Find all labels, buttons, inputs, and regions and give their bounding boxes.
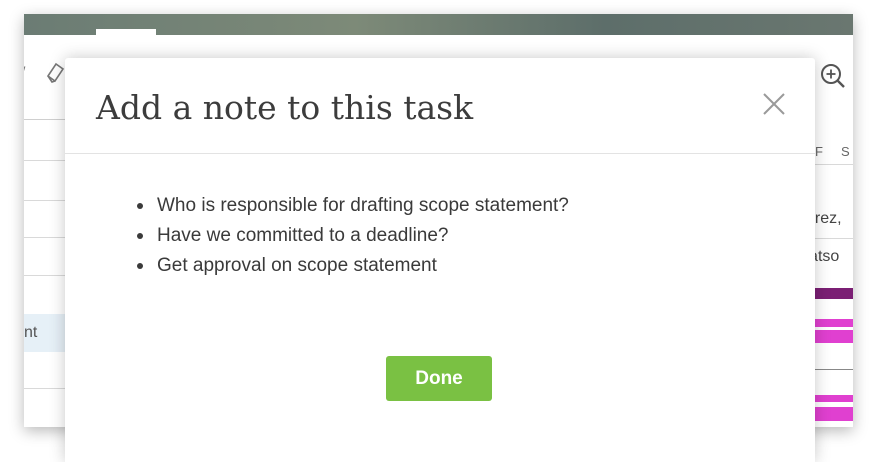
dialog-divider [65,153,815,154]
pencil-icon[interactable]: / [24,64,25,89]
note-text: Who is responsible for drafting scope st… [157,195,569,216]
gantt-bar[interactable] [814,319,853,327]
note-text: Get approval on scope statement [157,255,437,276]
bullet-icon [137,233,143,239]
grid-divider [24,388,66,389]
grid-divider [24,160,66,161]
dialog-title: Add a note to this task [96,88,474,127]
grid-divider [24,200,66,201]
grid-divider [814,164,853,165]
gantt-bar[interactable] [814,330,853,343]
grid-divider [814,369,853,370]
close-icon[interactable] [758,88,790,120]
gantt-bar[interactable] [814,407,853,421]
zoom-in-icon[interactable] [819,62,847,96]
add-note-dialog: Add a note to this task Who is responsib… [65,58,815,462]
list-item: Have we committed to a deadline? [133,221,569,251]
grid-divider [814,238,853,239]
list-item: Who is responsible for drafting scope st… [133,191,569,221]
bullet-icon [137,203,143,209]
note-list: Who is responsible for drafting scope st… [133,191,569,281]
day-header-s: S [841,144,850,159]
bullet-icon [137,263,143,269]
list-item: Get approval on scope statement [133,251,569,281]
task-name-fragment: nt [24,324,38,341]
day-header-f: F [815,144,823,159]
gantt-bar[interactable] [814,395,853,402]
grid-divider [24,119,66,120]
eraser-icon[interactable] [44,60,66,92]
done-button[interactable]: Done [386,356,492,401]
grid-divider [24,237,66,238]
grid-divider [24,275,66,276]
note-text: Have we committed to a deadline? [157,225,449,246]
active-tab-indicator[interactable] [96,29,156,35]
gantt-bar[interactable] [814,288,853,299]
